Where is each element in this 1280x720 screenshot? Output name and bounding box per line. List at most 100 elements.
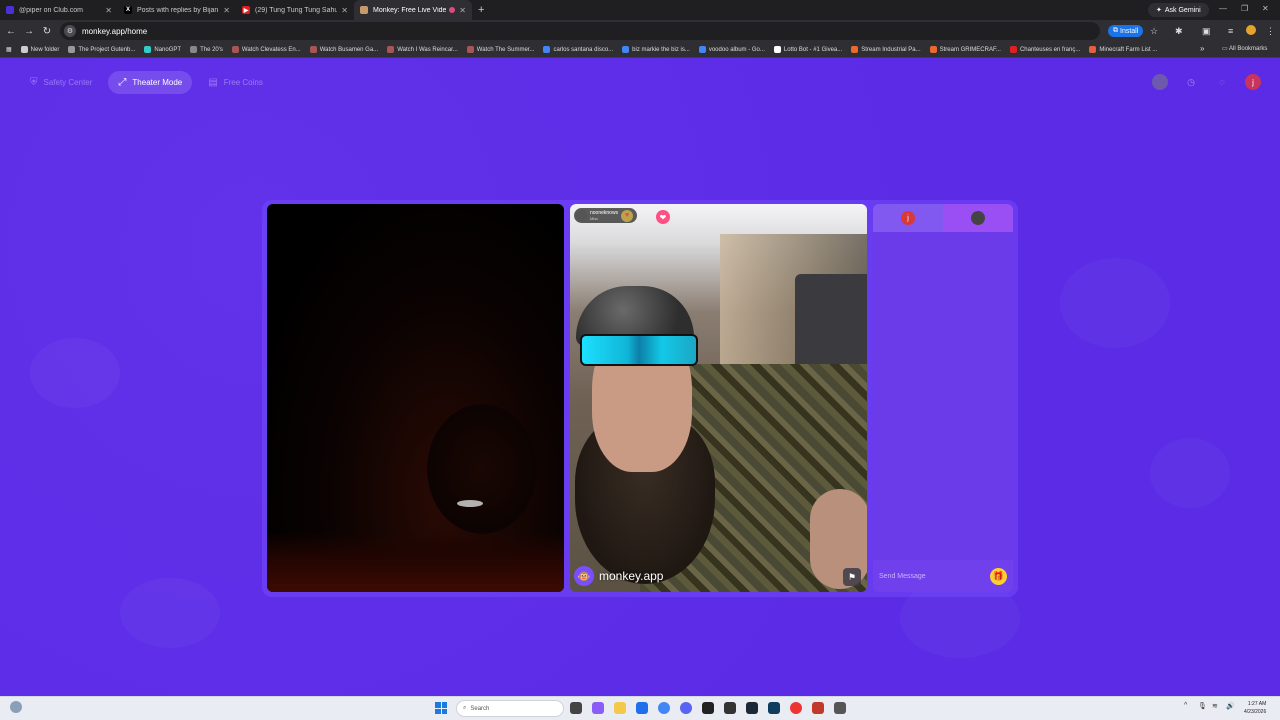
- bookmark-item[interactable]: Watch The Summer...: [466, 46, 534, 53]
- media-controls-icon[interactable]: ≡: [1228, 26, 1233, 36]
- gift-icon[interactable]: 🎁: [990, 567, 1007, 585]
- remote-user-info: nooneknows Misc: [590, 210, 618, 221]
- bookmark-star-icon[interactable]: ☆: [1150, 26, 1158, 37]
- background-pattern: [120, 578, 220, 648]
- nanogpt-icon: [144, 46, 152, 53]
- window-close-icon[interactable]: ✕: [1262, 4, 1269, 13]
- report-button[interactable]: ⚑: [843, 568, 861, 586]
- steam-icon[interactable]: [746, 702, 758, 714]
- volume-icon[interactable]: 🔊: [1226, 702, 1235, 710]
- globe-icon: [190, 46, 198, 53]
- menu-kebab-icon[interactable]: ⋮: [1266, 26, 1275, 37]
- bookmark-item[interactable]: Watch Busamen Ga...: [309, 46, 378, 53]
- app-icon[interactable]: [724, 702, 736, 714]
- taskbar-search[interactable]: ⌕ Search: [456, 700, 564, 717]
- close-icon[interactable]: ✕: [341, 6, 348, 15]
- bookmark-item[interactable]: NanoGPT: [144, 46, 181, 53]
- browser-tab-4[interactable]: Monkey: Free Live Video C... ✕: [354, 0, 472, 20]
- chrome-icon[interactable]: [658, 702, 670, 714]
- history-icon[interactable]: ◷: [1183, 74, 1199, 90]
- user-avatar[interactable]: j: [1245, 74, 1261, 90]
- minimize-icon[interactable]: —: [1219, 4, 1227, 13]
- bookmark-item[interactable]: The Project Gutenb...: [68, 46, 135, 53]
- reload-icon[interactable]: ↻: [38, 26, 56, 37]
- bookmark-item[interactable]: voodoo album - Go...: [698, 46, 765, 53]
- bookmark-item[interactable]: biz markie the biz is...: [622, 46, 690, 53]
- bookmark-item[interactable]: New folder: [20, 46, 59, 53]
- browser-tab-2[interactable]: X Posts with replies by Bijan Teh... ✕: [118, 0, 236, 20]
- copilot-icon[interactable]: [592, 702, 604, 714]
- app-icon[interactable]: [812, 702, 824, 714]
- app-icon[interactable]: [768, 702, 780, 714]
- coin-balance-icon[interactable]: [1152, 74, 1168, 90]
- side-panel-icon[interactable]: ▣: [1202, 26, 1211, 37]
- bookmarks-overflow-icon[interactable]: »: [1200, 44, 1204, 53]
- bookmark-item[interactable]: Watch Clevatess En...: [231, 46, 301, 53]
- app-icon[interactable]: [702, 702, 714, 714]
- browser-tab-1[interactable]: @piper on Club.com ✕: [0, 0, 118, 20]
- bookmark-item[interactable]: Stream Industrial Pa...: [851, 46, 921, 53]
- youtube-favicon-icon: ▶: [242, 6, 250, 14]
- bookmark-item[interactable]: Chanteuses en franç...: [1009, 46, 1080, 53]
- all-bookmarks-folder[interactable]: ▭ All Bookmarks: [1222, 45, 1267, 52]
- system-clock[interactable]: 1:27 AM 4/23/2026: [1244, 700, 1266, 716]
- close-icon[interactable]: ✕: [105, 6, 112, 15]
- bookmark-item[interactable]: The 20's: [190, 46, 223, 53]
- new-tab-icon[interactable]: +: [478, 4, 484, 16]
- chat-tab-self[interactable]: j: [873, 204, 943, 232]
- top-right-icons: ◷ ◌ j: [1152, 74, 1261, 90]
- widgets-icon[interactable]: [10, 701, 22, 713]
- theater-mode-button[interactable]: ⤢ Theater Mode: [108, 71, 193, 94]
- free-coins-button[interactable]: ▤ Free Coins: [198, 71, 273, 94]
- tab-title: (29) Tung Tung Tung Sahur - R...: [255, 6, 338, 14]
- bookmark-item[interactable]: Minecraft Farm List ...: [1089, 46, 1157, 53]
- bookmark-item[interactable]: Lotto Bot - #1 Givea...: [773, 46, 842, 53]
- reddit-icon: [1089, 46, 1097, 53]
- bookmark-item[interactable]: Stream GRIMECRAF...: [929, 46, 1001, 53]
- wifi-icon[interactable]: ≋: [1212, 702, 1218, 710]
- safety-center-label: Safety Center: [43, 78, 93, 87]
- monkey-logo-icon: 🐵: [574, 566, 594, 586]
- safety-center-button[interactable]: ⛨ Safety Center: [20, 71, 102, 94]
- site-icon: [387, 46, 395, 53]
- ask-gemini-button[interactable]: ✦ Ask Gemini: [1148, 3, 1209, 17]
- close-icon[interactable]: ✕: [223, 6, 230, 15]
- remote-video: nooneknows Misc ♥ ❤ 🐵 monkey.app ⚑: [570, 204, 867, 592]
- bookmark-item[interactable]: carlos santana disco...: [543, 46, 613, 53]
- back-icon[interactable]: ←: [2, 26, 20, 37]
- remote-video-person: [580, 334, 698, 366]
- url-text: monkey.app/home: [82, 26, 148, 36]
- tray-overflow-icon[interactable]: ^: [1184, 702, 1187, 709]
- youtube-icon: [1009, 46, 1017, 53]
- chat-tab-partner[interactable]: [943, 204, 1013, 232]
- remote-user-badge[interactable]: nooneknows Misc ♥: [574, 208, 638, 223]
- bookmark-item[interactable]: Watch I Was Reincar...: [387, 46, 458, 53]
- discord-icon[interactable]: [680, 702, 692, 714]
- app-icon[interactable]: [834, 702, 846, 714]
- start-button[interactable]: [435, 702, 447, 714]
- reaction-icon[interactable]: ❤: [656, 210, 670, 224]
- profile-avatar[interactable]: [1246, 25, 1256, 35]
- microphone-icon[interactable]: 🎙: [1198, 702, 1207, 710]
- apps-icon[interactable]: ▦: [6, 46, 12, 53]
- site-icon: [231, 46, 239, 53]
- background-pattern: [1150, 438, 1230, 508]
- task-view-icon[interactable]: [570, 702, 582, 714]
- browser-tab-3[interactable]: ▶ (29) Tung Tung Tung Sahur - R... ✕: [236, 0, 354, 20]
- forward-icon[interactable]: →: [20, 26, 38, 37]
- messages-icon[interactable]: ◌: [1214, 74, 1230, 90]
- install-app-button[interactable]: ⧉ Install: [1108, 25, 1144, 37]
- file-explorer-icon[interactable]: [614, 702, 626, 714]
- heart-icon[interactable]: ♥: [621, 209, 634, 222]
- install-icon: ⧉: [1113, 27, 1118, 34]
- restore-icon[interactable]: ❐: [1241, 4, 1248, 13]
- store-icon[interactable]: [636, 702, 648, 714]
- opera-icon[interactable]: [790, 702, 802, 714]
- address-bar[interactable]: ⚙ monkey.app/home: [60, 22, 1100, 40]
- close-icon[interactable]: ✕: [459, 6, 466, 15]
- monkey-favicon-icon: [360, 6, 368, 14]
- send-message-input[interactable]: Send Message: [879, 573, 990, 580]
- flag-icon: ⚑: [847, 571, 857, 582]
- extensions-icon[interactable]: ✱: [1175, 26, 1183, 37]
- site-info-icon[interactable]: ⚙: [64, 25, 76, 37]
